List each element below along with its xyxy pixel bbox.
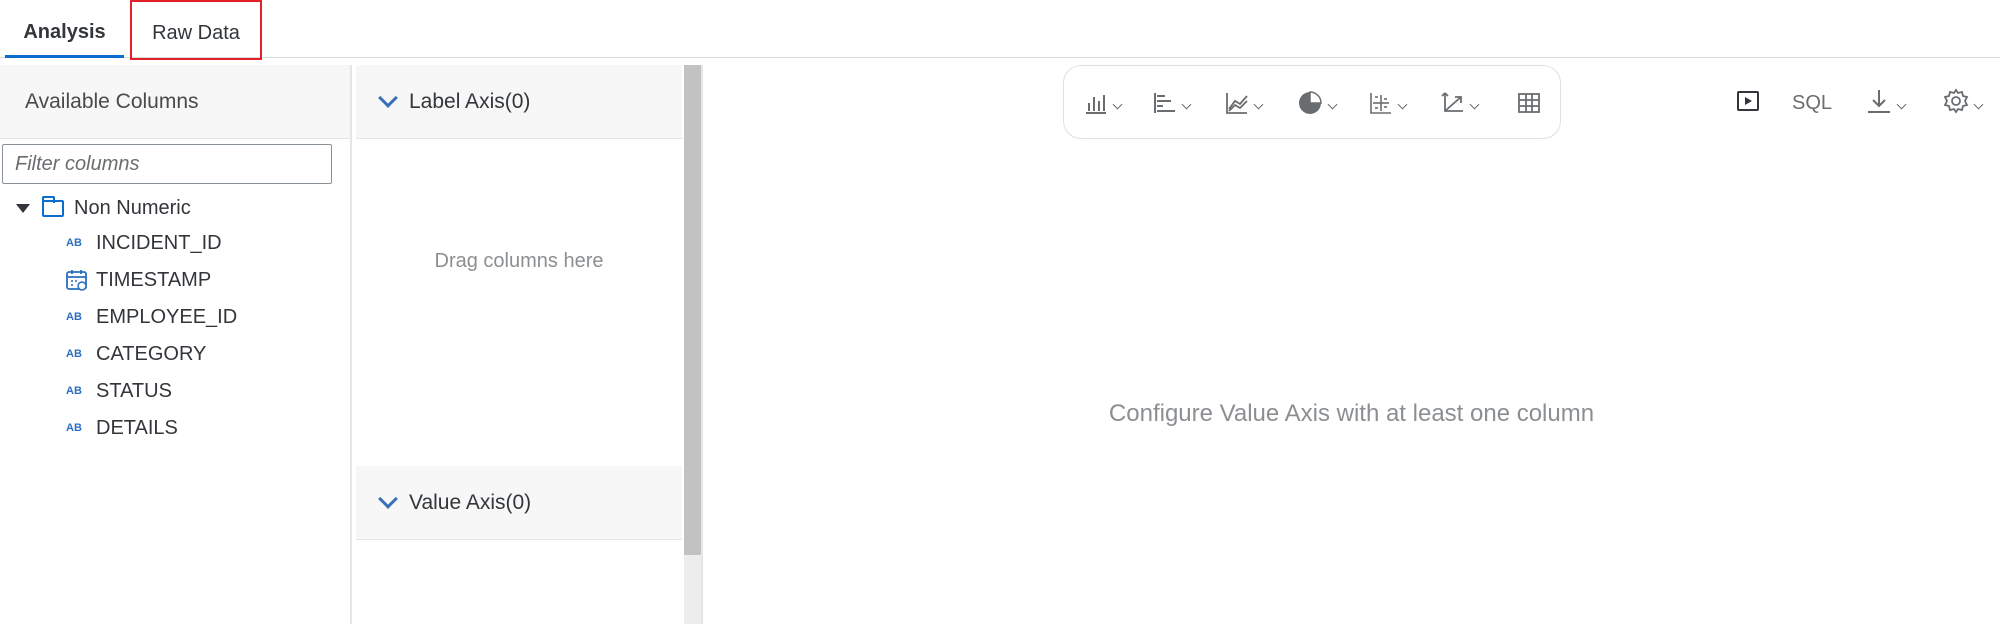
value-axis-title: Value Axis(0): [409, 490, 532, 514]
folder-icon: [42, 195, 64, 217]
column-chart-button[interactable]: [1084, 86, 1123, 120]
chart-type-toolbar: [1063, 65, 1561, 139]
column-item-employee-id[interactable]: AB EMPLOYEE_ID: [66, 302, 237, 332]
label-axis-title: Label Axis(0): [409, 89, 531, 113]
column-item-timestamp[interactable]: TIMESTAMP: [66, 265, 211, 295]
table-icon: [1517, 91, 1541, 115]
value-axis-header[interactable]: Value Axis(0): [356, 466, 682, 540]
chevron-down-icon: [1397, 99, 1408, 109]
panel-divider: [701, 65, 703, 624]
column-label: INCIDENT_ID: [96, 231, 222, 254]
text-type-icon: AB: [66, 422, 82, 434]
download-button[interactable]: [1866, 86, 1907, 120]
pie-chart-button[interactable]: [1297, 86, 1338, 120]
text-type-icon: AB: [66, 311, 82, 323]
column-label: TIMESTAMP: [96, 268, 212, 291]
column-label: EMPLOYEE_ID: [96, 305, 238, 328]
column-label: CATEGORY: [96, 342, 207, 365]
calendar-icon: [66, 269, 88, 291]
pie-chart-icon: [1297, 90, 1323, 116]
column-item-status[interactable]: AB STATUS: [66, 376, 172, 406]
line-chart-button[interactable]: [1225, 86, 1264, 120]
run-button[interactable]: [1736, 86, 1760, 120]
sql-button[interactable]: SQL: [1792, 86, 1832, 120]
available-columns-header: Available Columns: [0, 65, 350, 139]
text-type-icon: AB: [66, 237, 82, 249]
column-label: STATUS: [96, 379, 172, 402]
column-label: DETAILS: [96, 416, 178, 439]
available-columns-panel: Available Columns Non Numeric AB INCIDEN…: [0, 65, 352, 624]
scatter-chart-button[interactable]: [1369, 86, 1408, 120]
table-button[interactable]: [1517, 86, 1541, 120]
label-axis-drop-zone[interactable]: Drag columns here: [356, 250, 682, 273]
axis-panel-scrollbar-thumb[interactable]: [684, 65, 701, 555]
settings-button[interactable]: [1943, 86, 1984, 120]
play-icon: [1736, 89, 1760, 118]
folder-label: Non Numeric: [74, 196, 191, 219]
text-type-icon: AB: [66, 385, 82, 397]
tab-bar: Analysis Raw Data: [0, 0, 2000, 60]
chevron-down-icon[interactable]: [378, 87, 398, 108]
chevron-down-icon: [1973, 99, 1984, 109]
text-type-icon: AB: [66, 348, 82, 360]
chevron-down-icon: [1327, 99, 1338, 109]
column-item-incident-id[interactable]: AB INCIDENT_ID: [66, 228, 222, 258]
line-chart-icon: [1225, 91, 1249, 115]
chevron-down-icon: [1896, 99, 1907, 109]
chevron-down-icon[interactable]: [378, 488, 398, 509]
axis-chart-icon: [1441, 91, 1465, 115]
expand-caret-icon[interactable]: [16, 203, 30, 213]
tab-raw-data[interactable]: Raw Data: [130, 0, 262, 60]
label-axis-header[interactable]: Label Axis(0): [356, 65, 682, 139]
sql-label: SQL: [1792, 91, 1833, 114]
column-item-category[interactable]: AB CATEGORY: [66, 339, 206, 369]
filter-columns-input[interactable]: [2, 144, 332, 184]
bar-chart-button[interactable]: [1153, 86, 1192, 120]
chevron-down-icon: [1112, 99, 1123, 109]
axis-config-panel: Label Axis(0) Drag columns here Value Ax…: [356, 65, 684, 624]
axis-chart-button[interactable]: [1441, 86, 1480, 120]
empty-chart-message: Configure Value Axis with at least one c…: [1108, 400, 1595, 427]
column-item-details[interactable]: AB DETAILS: [66, 413, 178, 443]
bar-chart-icon: [1153, 91, 1177, 115]
chevron-down-icon: [1469, 99, 1480, 109]
tab-analysis[interactable]: Analysis: [5, 0, 124, 58]
tree-folder-non-numeric[interactable]: Non Numeric: [14, 193, 191, 223]
chevron-down-icon: [1181, 99, 1192, 109]
column-chart-icon: [1084, 91, 1108, 115]
scatter-chart-icon: [1369, 91, 1393, 115]
gear-icon: [1943, 87, 1969, 119]
chevron-down-icon: [1253, 99, 1264, 109]
download-icon: [1866, 88, 1892, 119]
